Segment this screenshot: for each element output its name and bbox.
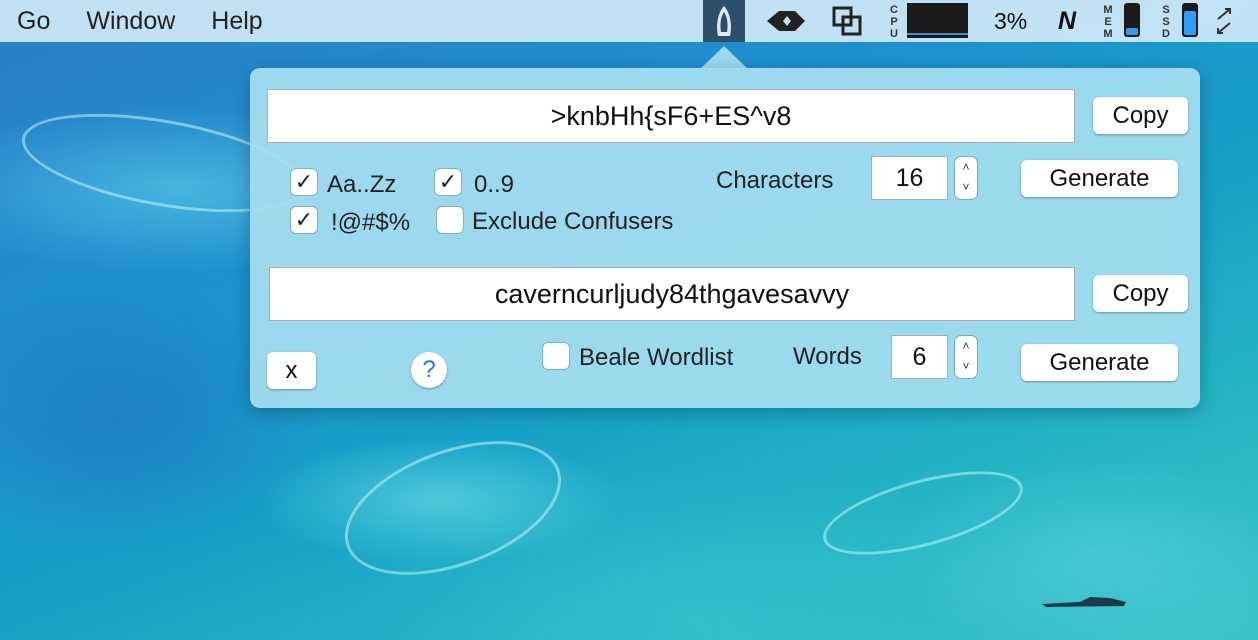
password-generator-popover: >knbHh{sF6+ES^v8 Copy ✓ Aa..Zz ✓ 0..9 ✓ … (250, 68, 1200, 408)
mem-label: MEM (1102, 4, 1114, 40)
words-count-field[interactable]: 6 (891, 335, 948, 379)
cpu-label: CPU (888, 4, 900, 40)
exclude-confusers-label: Exclude Confusers (472, 208, 674, 235)
characters-count-field[interactable]: 16 (871, 156, 948, 200)
cpu-graph[interactable] (907, 3, 968, 38)
digits-checkbox[interactable]: ✓ (435, 169, 461, 195)
checkmark-icon: ✓ (294, 169, 314, 194)
checkmark-icon: ✓ (294, 207, 314, 232)
password-app-icon[interactable] (703, 0, 745, 42)
characters-stepper[interactable]: ˄ ˅ (955, 157, 977, 199)
generate-passphrase-button[interactable]: Generate (1021, 344, 1178, 381)
popover-arrow (700, 46, 748, 69)
rocket-icon (717, 6, 731, 36)
n-menu-icon[interactable]: N (1058, 0, 1076, 42)
symbols-checkbox[interactable]: ✓ (291, 207, 317, 233)
words-stepper[interactable]: ˄ ˅ (955, 336, 977, 378)
beale-wordlist-label: Beale Wordlist (579, 344, 734, 371)
feather-arrow-icon[interactable] (765, 8, 809, 34)
letters-checkbox[interactable]: ✓ (291, 169, 317, 195)
ssd-meter-fill (1184, 11, 1196, 35)
characters-label: Characters (716, 167, 834, 194)
collapse-arrows-icon[interactable] (1214, 6, 1234, 36)
checkmark-icon: ✓ (438, 169, 458, 194)
copy-password-button[interactable]: Copy (1093, 97, 1188, 134)
close-button[interactable]: x (267, 352, 316, 389)
ssd-meter[interactable] (1182, 3, 1198, 37)
chevron-up-icon[interactable]: ˄ (955, 157, 977, 177)
words-label: Words (793, 343, 862, 370)
menu-window[interactable]: Window (68, 0, 193, 42)
wallpaper-swirl (814, 454, 1032, 572)
menu-go[interactable]: Go (0, 0, 68, 42)
exclude-confusers-checkbox[interactable] (437, 207, 463, 233)
ssd-label: SSD (1160, 4, 1172, 40)
chevron-up-icon[interactable]: ˄ (955, 336, 977, 356)
copy-passphrase-button[interactable]: Copy (1093, 275, 1188, 312)
letters-label: Aa..Zz (327, 171, 397, 198)
beale-wordlist-checkbox[interactable] (543, 343, 569, 369)
boat-image (1042, 597, 1126, 607)
generate-password-button[interactable]: Generate (1021, 160, 1178, 197)
mem-meter-fill (1126, 27, 1138, 35)
chevron-down-icon[interactable]: ˅ (955, 177, 977, 197)
menu-help[interactable]: Help (193, 0, 280, 42)
window-overlap-icon[interactable] (832, 6, 862, 36)
digits-label: 0..9 (474, 171, 515, 198)
mem-meter[interactable] (1124, 3, 1140, 37)
cpu-percent: 3% (994, 8, 1028, 34)
password-field[interactable]: >knbHh{sF6+ES^v8 (267, 89, 1075, 143)
chevron-down-icon[interactable]: ˅ (955, 356, 977, 376)
passphrase-field[interactable]: caverncurljudy84thgavesavvy (269, 267, 1075, 321)
wallpaper-swirl (326, 414, 580, 602)
help-button[interactable]: ? (411, 352, 447, 388)
symbols-label: !@#$% (331, 209, 411, 236)
